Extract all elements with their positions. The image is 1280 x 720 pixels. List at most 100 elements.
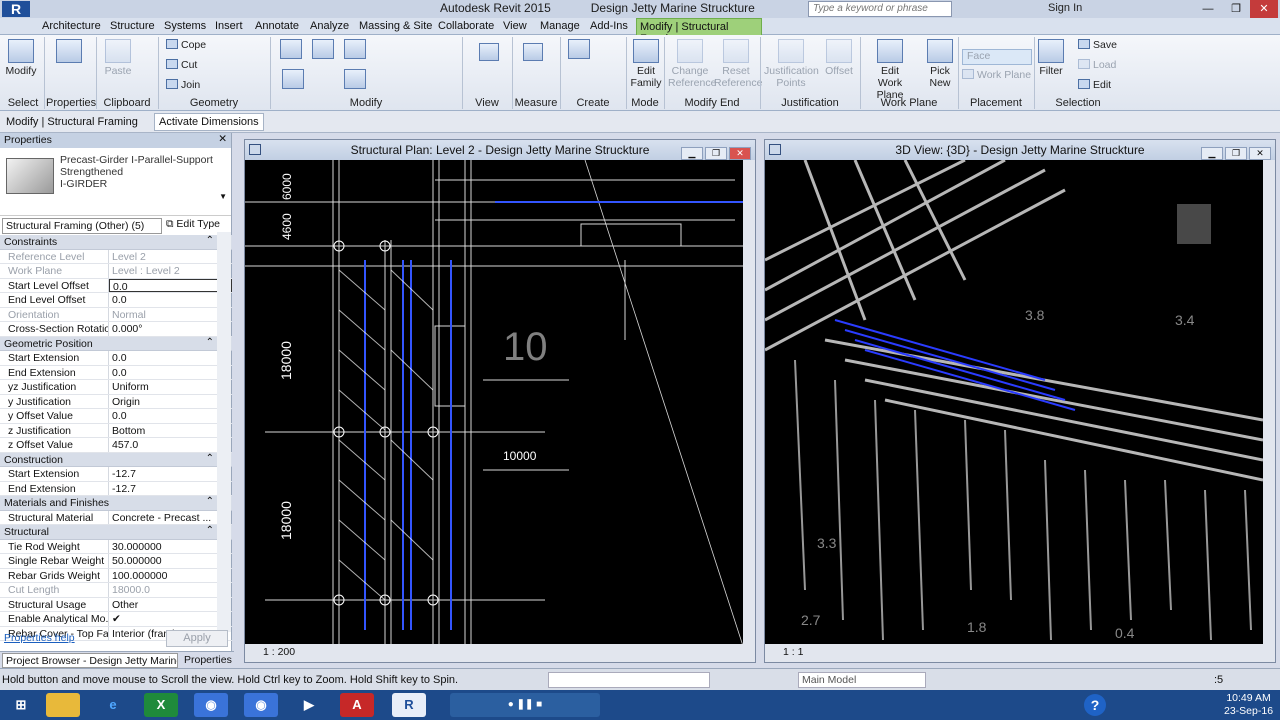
properties-button[interactable] (50, 39, 88, 65)
property-row[interactable]: Enable Analytical Mo... ✔ (0, 612, 232, 627)
tab-structure[interactable]: Structure (110, 20, 155, 32)
property-group[interactable]: Materials and Finishes ⌃ (0, 496, 232, 511)
3d-drawing-canvas[interactable]: 3.4 3.3 2.7 1.8 0.4 3.8 (765, 160, 1263, 646)
property-group[interactable]: Structural ⌃ (0, 525, 232, 540)
property-row[interactable]: Start Level Offset 0.0 (0, 278, 232, 293)
collapse-icon[interactable]: ⌃ (206, 337, 214, 348)
tab-architecture[interactable]: Architecture (42, 20, 101, 32)
move-tool[interactable] (280, 69, 306, 91)
excel-icon[interactable]: X (144, 693, 178, 717)
filter-button[interactable]: Filter (1036, 39, 1066, 77)
3d-view-vscrollbar[interactable] (1263, 160, 1275, 646)
status-input-field[interactable] (548, 672, 710, 688)
player-icon[interactable]: ▶ (292, 693, 326, 717)
property-row[interactable]: Cross-Section Rotation 0.000° (0, 322, 232, 337)
help-icon[interactable]: ? (1084, 694, 1106, 716)
project-browser-tab[interactable]: Project Browser - Design Jetty Marine St… (2, 653, 178, 668)
modify-button[interactable]: Modify (4, 39, 38, 77)
property-value[interactable]: Origin (109, 395, 232, 409)
property-value[interactable]: Level 2 (109, 250, 232, 264)
property-value[interactable]: 0.0 (109, 409, 232, 423)
collapse-icon[interactable]: ⌃ (206, 525, 214, 536)
property-row[interactable]: z Offset Value 457.0 (0, 438, 232, 453)
tab-collaborate[interactable]: Collaborate (438, 20, 494, 32)
change-reference-button[interactable]: Change Reference (668, 39, 716, 89)
panel-label-select[interactable]: Select (4, 97, 42, 109)
main-model-dropdown[interactable]: Main Model (798, 672, 926, 688)
close-button[interactable]: ✕ (1250, 0, 1278, 18)
property-value[interactable]: Other (109, 598, 232, 612)
property-value[interactable]: ✔ (109, 612, 232, 626)
chrome-canary-icon[interactable]: ◉ (194, 693, 228, 717)
restore-3d-view-button[interactable]: ❐ (1225, 147, 1247, 160)
cut-button[interactable]: Cut (166, 59, 197, 71)
property-value[interactable]: 0.0 (109, 293, 232, 307)
plan-view-scale[interactable]: 1 : 200 (263, 646, 295, 658)
close-3d-view-button[interactable]: ✕ (1249, 147, 1271, 160)
revit-app-button[interactable]: R (2, 1, 30, 17)
property-row[interactable]: End Extension 0.0 (0, 365, 232, 380)
property-value[interactable]: Level : Level 2 (109, 264, 232, 278)
property-row[interactable]: Rebar Grids Weight 100.000000 (0, 568, 232, 583)
revit-icon[interactable]: R (392, 693, 426, 717)
create-tool[interactable] (566, 39, 592, 61)
property-value[interactable]: 0.0 (109, 351, 232, 365)
file-explorer-icon[interactable] (46, 693, 80, 717)
plan-view-window[interactable]: Structural Plan: Level 2 - Design Jetty … (244, 139, 756, 663)
properties-help-link[interactable]: Properties help (4, 632, 75, 644)
reset-reference-button[interactable]: Reset Reference (714, 39, 762, 89)
load-selection-button[interactable]: Load (1078, 59, 1116, 71)
type-selector[interactable]: Precast-Girder I-Parallel-Support Strengt… (0, 148, 231, 216)
property-row[interactable]: Work Plane Level : Level 2 (0, 264, 232, 279)
property-value[interactable]: 457.0 (109, 438, 232, 452)
property-group[interactable]: Construction ⌃ (0, 452, 232, 467)
mirror-tool[interactable] (342, 39, 368, 61)
internet-explorer-icon[interactable]: e (96, 693, 130, 717)
properties-scrollbar[interactable] (217, 232, 231, 632)
sign-in-link[interactable]: Sign In (1048, 2, 1082, 14)
minimize-view-button[interactable]: ▁ (681, 147, 703, 160)
property-row[interactable]: Start Extension 0.0 (0, 351, 232, 366)
cope-button[interactable]: Cope (166, 39, 206, 51)
tab-modify-structural-framing[interactable]: Modify | Structural Framing (636, 18, 762, 45)
property-value[interactable]: 0.0 (109, 366, 232, 380)
plan-drawing-canvas[interactable]: 6000 4600 18000 18000 10000 10 (245, 160, 743, 646)
property-value[interactable]: 0.0 (109, 278, 232, 292)
activate-dimensions-button[interactable]: Activate Dimensions (154, 113, 264, 131)
tab-add-ins[interactable]: Add-Ins (590, 20, 628, 32)
property-row[interactable]: Orientation Normal (0, 307, 232, 322)
autocad-icon[interactable]: A (340, 693, 374, 717)
edit-family-button[interactable]: Edit Family (630, 39, 662, 89)
edit-selection-button[interactable]: Edit (1078, 79, 1111, 91)
collapse-icon[interactable]: ⌃ (206, 453, 214, 464)
tab-annotate[interactable]: Annotate (255, 20, 299, 32)
property-group[interactable]: Geometric Position ⌃ (0, 336, 232, 351)
properties-tab[interactable]: Properties (182, 653, 232, 668)
plan-view-vscrollbar[interactable] (743, 160, 755, 646)
property-value[interactable]: 100.000000 (109, 569, 232, 583)
chrome-icon[interactable]: ◉ (244, 693, 278, 717)
property-row[interactable]: z Justification Bottom (0, 423, 232, 438)
align-tool[interactable] (278, 39, 304, 61)
property-row[interactable]: Structural Usage Other (0, 597, 232, 612)
chevron-down-icon[interactable]: ▼ (219, 192, 227, 201)
justification-points-button[interactable]: Justification Points (764, 39, 819, 89)
property-value[interactable]: Bottom (109, 424, 232, 438)
measure-tool[interactable] (520, 43, 546, 63)
search-input[interactable]: Type a keyword or phrase (808, 1, 952, 17)
collapse-icon[interactable]: ⌃ (206, 496, 214, 507)
windows-start-icon[interactable]: ⊞ (4, 693, 38, 717)
property-group[interactable]: Constraints ⌃ (0, 235, 232, 250)
viewcube-icon[interactable] (1177, 204, 1211, 244)
property-value[interactable]: 0.000° (109, 322, 232, 336)
property-row[interactable]: Single Rebar Weight 50.000000 (0, 554, 232, 569)
save-selection-button[interactable]: Save (1078, 39, 1117, 51)
apply-button[interactable]: Apply (166, 630, 228, 647)
tab-massing-site[interactable]: Massing & Site (359, 20, 432, 32)
property-row[interactable]: Start Extension -12.7 (0, 467, 232, 482)
close-view-button[interactable]: ✕ (729, 147, 751, 160)
property-value[interactable]: 18000.0 (109, 583, 232, 597)
property-row[interactable]: yz Justification Uniform (0, 380, 232, 395)
tab-view[interactable]: View (503, 20, 527, 32)
close-icon[interactable]: ✕ (218, 133, 227, 145)
